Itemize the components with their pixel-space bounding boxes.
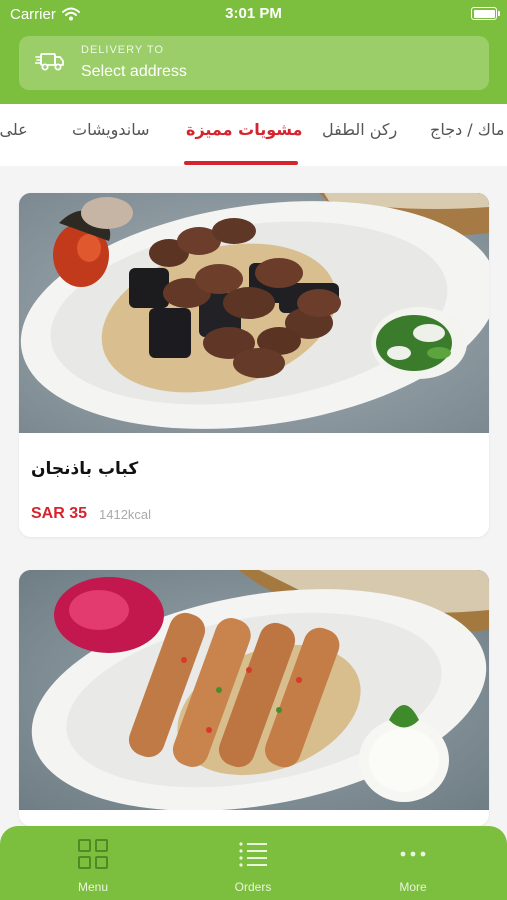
product-image [19,193,489,433]
status-bar: Carrier 3:01 PM [0,0,507,30]
product-calories: 1412kcal [99,507,152,522]
tab-sandwiches[interactable]: ساندويشات [72,120,150,139]
nav-more[interactable]: More [363,838,463,894]
tab-category-1[interactable]: على ا [0,120,28,139]
battery-icon [471,7,500,20]
tab-fish-chicken[interactable]: ماك / دجاج [430,120,504,139]
product-image [19,570,489,811]
product-name: كباب باذنجان [31,459,139,479]
nav-menu[interactable]: Menu [43,838,143,894]
nav-menu-label: Menu [77,880,109,894]
bottom-navigation: Menu Orders More [0,826,507,900]
product-card[interactable]: كباب باذنجان SAR 35 1412kcal [19,193,489,537]
more-dots-icon [363,838,463,874]
grid-icon [43,838,143,874]
tab-kids-corner[interactable]: ركن الطفل [322,120,397,139]
delivery-label: DELIVERY TO [81,44,164,56]
category-tabs: على ا ساندويشات مشويات مميزة ركن الطفل م… [0,104,507,166]
delivery-address-selector[interactable]: DELIVERY TO Select address [19,36,489,90]
nav-orders-label: Orders [234,880,272,894]
active-tab-indicator [184,161,298,165]
nav-orders[interactable]: Orders [203,838,303,894]
top-header: Carrier 3:01 PM DELIVERY TO Select addre… [0,0,507,104]
nav-more-label: More [399,880,427,894]
product-price: SAR 35 [31,505,88,522]
truck-icon [34,51,65,77]
product-card[interactable] [19,570,489,826]
tab-featured-grills[interactable]: مشويات مميزة [186,120,302,139]
delivery-address-value: Select address [81,63,187,80]
status-time: 3:01 PM [225,5,282,22]
list-icon [203,838,303,874]
